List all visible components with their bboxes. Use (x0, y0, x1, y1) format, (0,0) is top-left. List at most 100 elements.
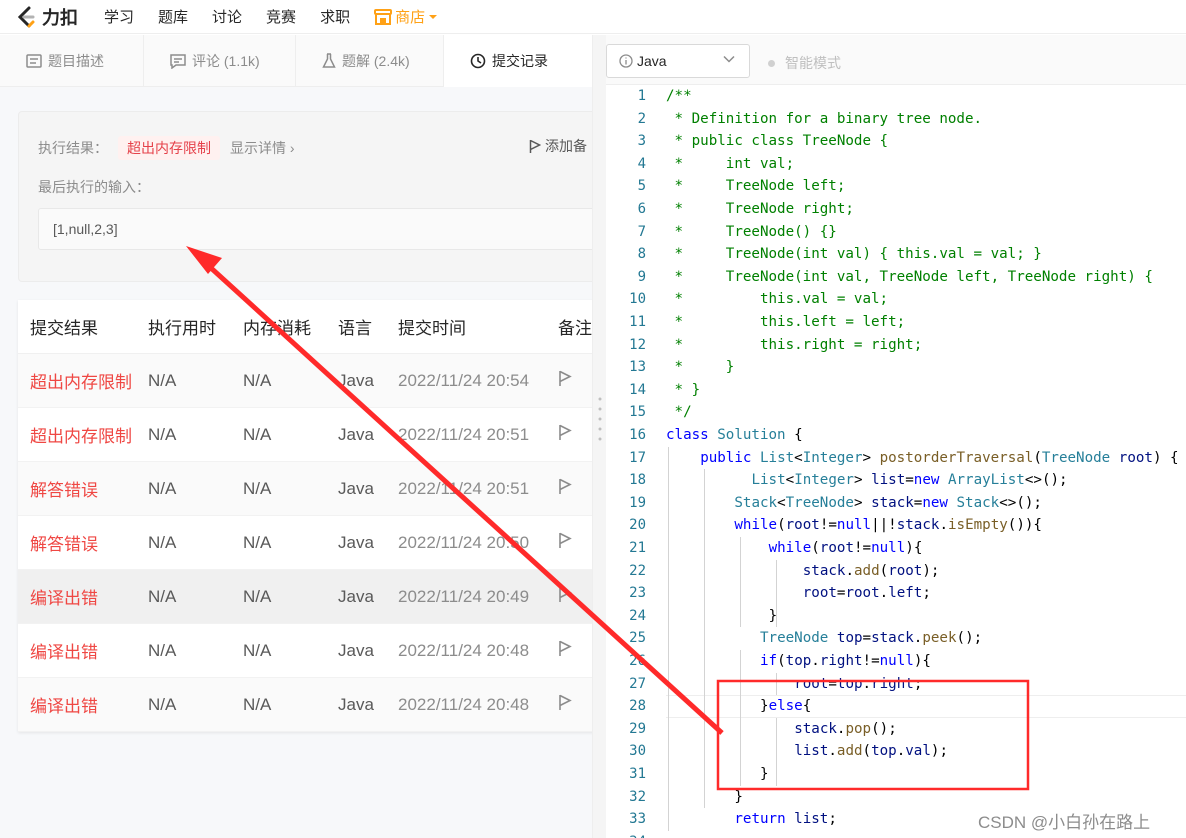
code-line[interactable]: 8 * TreeNode(int val) { this.val = val; … (606, 243, 1186, 266)
nav-item-contest[interactable]: 竞赛 (266, 6, 296, 27)
code-line[interactable]: 1 /** (606, 85, 1186, 108)
add-note-flag-button[interactable] (558, 586, 592, 608)
tab-comments[interactable]: 评论 (1.1k) (144, 35, 296, 87)
flag-icon (559, 478, 572, 494)
add-note-flag-button[interactable] (558, 694, 592, 716)
code-line[interactable]: 29 stack.pop(); (606, 718, 1186, 741)
code-line[interactable]: 2 * Definition for a binary tree node. (606, 108, 1186, 131)
code-line[interactable]: 28 }else{ (606, 695, 1186, 718)
code-line[interactable]: 9 * TreeNode(int val, TreeNode left, Tre… (606, 266, 1186, 289)
tab-solutions[interactable]: 题解 (2.4k) (296, 35, 444, 87)
editor-toolbar: Java 智能模式 (606, 35, 1186, 85)
code-line[interactable]: 5 * TreeNode left; (606, 175, 1186, 198)
logo[interactable]: 力扣 (14, 0, 78, 34)
smart-mode-toggle[interactable]: 智能模式 (768, 53, 841, 73)
code-line[interactable]: 26 if(top.right!=null){ (606, 650, 1186, 673)
code-line[interactable]: 19 Stack<TreeNode> stack=new Stack<>(); (606, 492, 1186, 515)
line-number: 18 (629, 472, 646, 489)
submission-result[interactable]: 超出内存限制 (18, 368, 148, 393)
code-text: * this.val = val; (666, 291, 889, 308)
nav-item-jobs[interactable]: 求职 (320, 6, 350, 27)
code-text: return list; (734, 811, 837, 828)
line-number: 9 (637, 268, 646, 285)
code-text: }else{ (760, 698, 812, 715)
app-root: 力扣 学习 题库 讨论 竞赛 求职 商店 题目描述 评论 (1.1k) 题解 (… (0, 0, 1186, 838)
submission-result[interactable]: 编译出错 (18, 692, 148, 717)
table-row[interactable]: 编译出错 N/A N/A Java 2022/11/24 20:48 (18, 678, 592, 732)
line-number: 30 (629, 743, 646, 760)
tab-description[interactable]: 题目描述 (0, 35, 144, 87)
language-value: Java (637, 53, 667, 69)
submission-runtime: N/A (148, 640, 177, 660)
code-text: } (760, 766, 769, 782)
nav-item-learn[interactable]: 学习 (104, 6, 134, 27)
add-note-flag-button[interactable] (558, 478, 592, 500)
code-line[interactable]: 3 * public class TreeNode { (606, 130, 1186, 153)
submission-runtime: N/A (148, 424, 177, 444)
code-line[interactable]: 17 public List<Integer> postorderTravers… (606, 447, 1186, 470)
code-line[interactable]: 10 * this.val = val; (606, 288, 1186, 311)
table-row[interactable]: 解答错误 N/A N/A Java 2022/11/24 20:51 (18, 462, 592, 516)
code-line[interactable]: 31 } (606, 763, 1186, 786)
code-line[interactable]: 27 root=top.right; (606, 673, 1186, 696)
code-line[interactable]: 6 * TreeNode right; (606, 198, 1186, 221)
add-note-flag-button[interactable] (558, 532, 592, 554)
submission-result[interactable]: 解答错误 (18, 476, 148, 501)
line-number: 8 (637, 246, 646, 263)
nav-item-shop[interactable]: 商店 (374, 6, 438, 27)
code-text: } (768, 607, 778, 624)
submission-result[interactable]: 解答错误 (18, 530, 148, 555)
add-note-flag-button[interactable] (558, 370, 592, 392)
code-line[interactable]: 22 stack.add(root); (606, 560, 1186, 583)
code-editor[interactable]: 1 /** 2 * Definition for a binary tree nod… (606, 85, 1186, 838)
add-note-flag-button[interactable] (558, 640, 592, 662)
code-line[interactable]: 16 class Solution { (606, 424, 1186, 447)
code-line[interactable]: 7 * TreeNode() {} (606, 221, 1186, 244)
nav-item-discuss[interactable]: 讨论 (212, 6, 242, 27)
tab-submissions[interactable]: 提交记录 (444, 35, 592, 87)
nav-item-problems[interactable]: 题库 (158, 6, 188, 27)
line-number: 12 (629, 336, 646, 353)
code-line[interactable]: 23 root=root.left; (606, 582, 1186, 605)
table-row[interactable]: 超出内存限制 N/A N/A Java 2022/11/24 20:51 (18, 408, 592, 462)
submission-time: 2022/11/24 20:51 (398, 424, 530, 444)
code-line[interactable]: 11 * this.left = left; (606, 311, 1186, 334)
leetcode-logo-icon (14, 5, 38, 29)
panel-splitter[interactable] (592, 35, 606, 838)
code-line[interactable]: 4 * int val; (606, 153, 1186, 176)
add-note-button[interactable]: 添加备 (529, 136, 587, 156)
code-line[interactable]: 32 } (606, 786, 1186, 809)
code-line[interactable]: 21 while(root!=null){ (606, 537, 1186, 560)
code-line[interactable]: 20 while(root!=null||!stack.isEmpty()){ (606, 514, 1186, 537)
code-line[interactable]: 14 * } (606, 379, 1186, 402)
submission-result[interactable]: 编译出错 (18, 584, 148, 609)
status-badge: 超出内存限制 (118, 136, 220, 160)
submission-result[interactable]: 编译出错 (18, 638, 148, 663)
show-details-link[interactable]: 显示详情 › (230, 138, 295, 158)
submission-language: Java (338, 370, 374, 390)
code-line[interactable]: 24 } (606, 605, 1186, 628)
code-line[interactable]: 12 * this.right = right; (606, 334, 1186, 357)
line-number: 10 (629, 291, 646, 308)
code-text: */ (666, 404, 692, 421)
line-number: 19 (629, 494, 646, 511)
logo-text: 力扣 (42, 7, 78, 28)
submission-result[interactable]: 超出内存限制 (18, 422, 148, 447)
code-text: TreeNode top=stack.peek(); (760, 630, 983, 647)
code-text: stack.add(root); (802, 562, 940, 579)
table-row[interactable]: 超出内存限制 N/A N/A Java 2022/11/24 20:54 (18, 354, 592, 408)
flag-icon (559, 640, 572, 656)
line-number: 21 (629, 540, 646, 556)
code-line[interactable]: 13 * } (606, 356, 1186, 379)
code-line[interactable]: 25 TreeNode top=stack.peek(); (606, 627, 1186, 650)
line-number: 5 (637, 178, 646, 195)
code-line[interactable]: 15 */ (606, 401, 1186, 424)
code-line[interactable]: 30 list.add(top.val); (606, 740, 1186, 763)
code-line[interactable]: 18 List<Integer> list=new ArrayList<>(); (606, 469, 1186, 492)
table-row[interactable]: 解答错误 N/A N/A Java 2022/11/24 20:50 (18, 516, 592, 570)
table-row[interactable]: 编译出错 N/A N/A Java 2022/11/24 20:48 (18, 624, 592, 678)
table-row[interactable]: 编译出错 N/A N/A Java 2022/11/24 20:49 (18, 570, 592, 624)
language-select[interactable]: Java (606, 44, 750, 78)
submission-language: Java (338, 478, 374, 498)
add-note-flag-button[interactable] (558, 424, 592, 446)
